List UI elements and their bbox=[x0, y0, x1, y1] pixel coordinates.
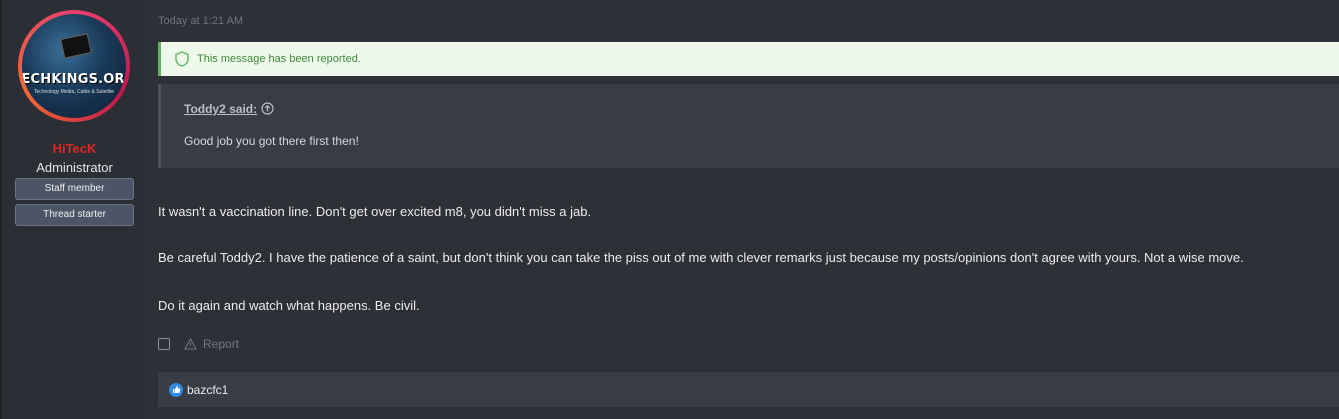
author-avatar[interactable]: TECHKINGS.ORG Technology Media, Cable & … bbox=[18, 10, 130, 122]
reaction-users-link[interactable]: bazcfc1 bbox=[187, 383, 228, 397]
reported-notice: This message has been reported. bbox=[158, 42, 1339, 76]
author-title: Administrator bbox=[36, 160, 113, 175]
thread-starter-banner: Thread starter bbox=[15, 204, 134, 226]
post-author-sidebar: TECHKINGS.ORG Technology Media, Cable & … bbox=[2, 0, 147, 419]
quote-attribution-link[interactable]: Toddy2 said: bbox=[184, 102, 257, 116]
staff-member-banner: Staff member bbox=[15, 178, 134, 200]
shield-check-icon bbox=[175, 51, 189, 67]
select-post-checkbox[interactable] bbox=[158, 338, 170, 350]
avatar-image: TECHKINGS.ORG Technology Media, Cable & … bbox=[22, 14, 126, 118]
post-actions: Report bbox=[158, 337, 239, 351]
post-paragraph-2: Be careful Toddy2. I have the patience o… bbox=[158, 250, 1244, 265]
chip-graphic bbox=[60, 33, 92, 59]
author-username[interactable]: HiTecK bbox=[2, 141, 147, 156]
report-button[interactable]: Report bbox=[184, 337, 239, 351]
circle-arrow-up-icon[interactable] bbox=[261, 102, 274, 115]
reactions-bar: bazcfc1 bbox=[158, 372, 1339, 407]
quote-block: Toddy2 said: Good job you got there firs… bbox=[158, 84, 1339, 168]
report-label: Report bbox=[203, 337, 240, 351]
post-main: Today at 1:21 AM This message has been r… bbox=[147, 0, 1339, 419]
post-paragraph-1: It wasn't a vaccination line. Don't get … bbox=[158, 204, 592, 219]
warning-triangle-icon bbox=[184, 338, 197, 350]
like-icon bbox=[169, 382, 183, 397]
quote-body: Good job you got there first then! bbox=[184, 134, 359, 148]
post-paragraph-3: Do it again and watch what happens. Be c… bbox=[158, 298, 420, 313]
reported-text: This message has been reported. bbox=[197, 53, 361, 65]
post-timestamp[interactable]: Today at 1:21 AM bbox=[158, 15, 243, 27]
avatar-logo-text: TECHKINGS.ORG bbox=[22, 71, 126, 87]
avatar-tagline: Technology Media, Cable & Satellite bbox=[33, 88, 115, 95]
